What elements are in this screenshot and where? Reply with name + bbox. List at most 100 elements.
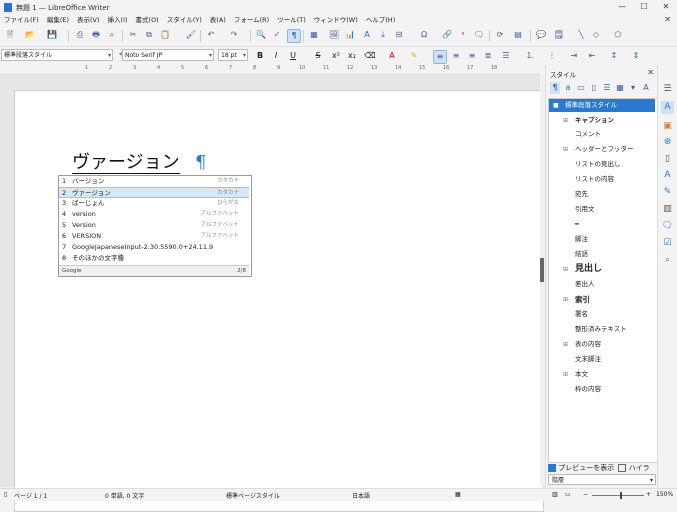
style-item-table-contents[interactable]: ⊞ 表の内容	[549, 338, 655, 351]
style-item-closing[interactable]: 結語	[549, 248, 655, 261]
special-character-icon[interactable]: Ω	[418, 29, 430, 41]
paragraph-spacing-icon[interactable]: ⇕	[630, 50, 642, 62]
gallery-icon[interactable]: ▣	[661, 120, 674, 133]
find-replace-icon[interactable]: 🔍	[255, 29, 267, 41]
insert-textbox-icon[interactable]: A	[361, 29, 373, 41]
language-status[interactable]: 日本語	[352, 491, 370, 500]
copy-icon[interactable]: ⧉	[143, 29, 155, 41]
style-item-index[interactable]: ⊞ 索引	[549, 293, 655, 306]
ordered-list-icon[interactable]: ⒈	[524, 50, 536, 62]
paste-icon[interactable]: 📋	[159, 29, 171, 41]
style-item-endnote[interactable]: 文末脚注	[549, 353, 655, 366]
candidate-item[interactable]: 6 VERSION アルファベット	[59, 231, 249, 242]
table-styles-icon[interactable]: ▦	[615, 82, 625, 94]
clear-formatting-icon[interactable]: ⌫	[364, 50, 376, 62]
insert-field-icon[interactable]: ⊟	[393, 29, 405, 41]
menu-table[interactable]: 表(A)	[206, 14, 230, 26]
view-layout-icon[interactable]: ▥	[552, 491, 558, 498]
page-styles-icon[interactable]: ▯	[589, 82, 599, 94]
menu-form[interactable]: フォーム(R)	[230, 14, 273, 26]
increase-indent-icon[interactable]: ⇥	[568, 50, 580, 62]
design-icon[interactable]: ▥	[661, 203, 674, 216]
redo-icon[interactable]: ↷	[228, 29, 240, 41]
open-folder-icon[interactable]: 📂	[24, 29, 36, 41]
document-icon[interactable]: 🗒	[553, 29, 565, 41]
style-item-sender[interactable]: 差出人	[549, 278, 655, 291]
insert-image-icon[interactable]: 🖼	[328, 29, 340, 41]
candidate-item[interactable]: 7 GoogleJapaneseInput-2.30.5590.0+24.11.9	[59, 242, 249, 253]
page-style-status[interactable]: 標準ページスタイル	[226, 491, 280, 500]
print-icon[interactable]: 🖶	[90, 29, 102, 41]
sidebar-menu-icon[interactable]: ☰	[661, 83, 674, 96]
insert-comment-icon[interactable]: 🗨	[473, 29, 485, 41]
decrease-indent-icon[interactable]: ⇤	[586, 50, 598, 62]
menu-tools[interactable]: ツール(T)	[273, 14, 310, 26]
save-icon[interactable]: 💾	[46, 29, 58, 41]
navigator-icon[interactable]: ⊛	[661, 136, 674, 149]
clone-formatting-icon[interactable]: 🖌	[185, 29, 197, 41]
close-document-icon[interactable]: ✕	[664, 14, 671, 26]
zoom-in-icon[interactable]: +	[646, 491, 651, 498]
font-color-icon[interactable]: A	[386, 50, 398, 62]
paragraph-style-combo[interactable]: 標準段落スタイル ▾	[1, 49, 113, 61]
align-right-icon[interactable]: ≡	[466, 50, 478, 62]
highlight-color-icon[interactable]: ✎	[408, 50, 420, 62]
print-preview-icon[interactable]: ⌕	[106, 29, 118, 41]
style-inspector-icon[interactable]: A	[661, 169, 674, 182]
fill-format-icon[interactable]: ▾	[628, 82, 638, 94]
basic-shapes-icon[interactable]: ◇	[590, 29, 602, 41]
comment-icon[interactable]: 💬	[535, 29, 547, 41]
style-item-header-footer[interactable]: ⊞ ヘッダーとフッター	[549, 143, 655, 156]
style-item-list-contents[interactable]: リストの内容	[549, 173, 655, 186]
style-item-default[interactable]: ■ 標準段落スタイル	[549, 99, 655, 112]
candidate-item-selected[interactable]: 2 ヴァージョン カタカナ	[59, 187, 249, 198]
menu-file[interactable]: ファイル(F)	[0, 14, 43, 26]
justify-icon[interactable]: ≣	[482, 50, 494, 62]
candidate-item[interactable]: 3 ばーじょん ひらがな	[59, 198, 249, 209]
style-item-body-text[interactable]: ⊞ 本文	[549, 368, 655, 381]
insert-shapes-icon[interactable]: ⬠	[612, 29, 624, 41]
style-item-preformatted[interactable]: 整形済みテキスト	[549, 323, 655, 336]
hyperlink-icon[interactable]: 🔗	[441, 29, 453, 41]
menu-window[interactable]: ウィンドウ(W)	[310, 14, 362, 26]
candidate-item[interactable]: 4 version アルファベット	[59, 209, 249, 220]
zoom-level[interactable]: 150%	[656, 491, 673, 498]
font-name-combo[interactable]: Noto Serif JP ▾	[122, 49, 214, 61]
manage-changes-icon[interactable]: ✎	[661, 186, 674, 199]
menu-view[interactable]: 表示(V)	[73, 14, 104, 26]
document-page[interactable]: ヴァージョン ¶	[14, 90, 544, 512]
candidate-item[interactable]: 8 そのほかの文字種	[59, 253, 249, 264]
align-center-icon[interactable]: ≡	[450, 50, 462, 62]
horizontal-ruler[interactable]: 1 2 3 4 5 6 7 8 9 10 11 12 13 14 15 16 1…	[0, 65, 540, 75]
word-count-status[interactable]: 0 単語, 0 文字	[105, 491, 144, 500]
zoom-slider-track[interactable]	[592, 495, 644, 496]
font-size-combo[interactable]: 18 pt ▾	[218, 49, 248, 61]
style-item-horizontal-line[interactable]: ━	[549, 218, 655, 231]
outline-icon[interactable]: ⋮	[546, 50, 558, 62]
spelling-icon[interactable]: ✓	[271, 29, 283, 41]
insert-chart-icon[interactable]: 📊	[344, 29, 356, 41]
align-left-icon[interactable]: ≡	[433, 50, 447, 64]
sidebar-resize-handle[interactable]	[540, 258, 544, 282]
style-item-signature[interactable]: 署名	[549, 308, 655, 321]
line-icon[interactable]: ╲	[575, 29, 587, 41]
maximize-icon[interactable]: ☐	[633, 0, 655, 14]
menu-help[interactable]: ヘルプ(H)	[362, 14, 399, 26]
style-item-comment[interactable]: コメント	[549, 128, 655, 141]
page-status[interactable]: ページ 1 / 1	[14, 491, 47, 500]
character-styles-icon[interactable]: a	[563, 82, 573, 94]
style-item-frame-contents[interactable]: 枠の内容	[549, 383, 655, 396]
menu-insert[interactable]: 挿入(I)	[104, 14, 132, 26]
superscript-icon[interactable]: x²	[330, 50, 342, 62]
track-changes-icon[interactable]: ⟳	[494, 29, 506, 41]
paragraph-styles-icon[interactable]: ¶	[550, 82, 560, 94]
page-deck-icon[interactable]: ▯	[661, 153, 674, 166]
undo-icon[interactable]: ↶	[205, 29, 217, 41]
menu-styles[interactable]: スタイル(Y)	[163, 14, 206, 26]
document-area[interactable]: ヴァージョン ¶	[0, 75, 544, 512]
style-item-list-heading[interactable]: リストの見出し	[549, 158, 655, 171]
comments-deck-icon[interactable]: 🗨	[661, 220, 674, 233]
cut-icon[interactable]: ✂	[127, 29, 139, 41]
menu-format[interactable]: 書式(O)	[132, 14, 163, 26]
zoom-out-icon[interactable]: −	[583, 491, 588, 498]
